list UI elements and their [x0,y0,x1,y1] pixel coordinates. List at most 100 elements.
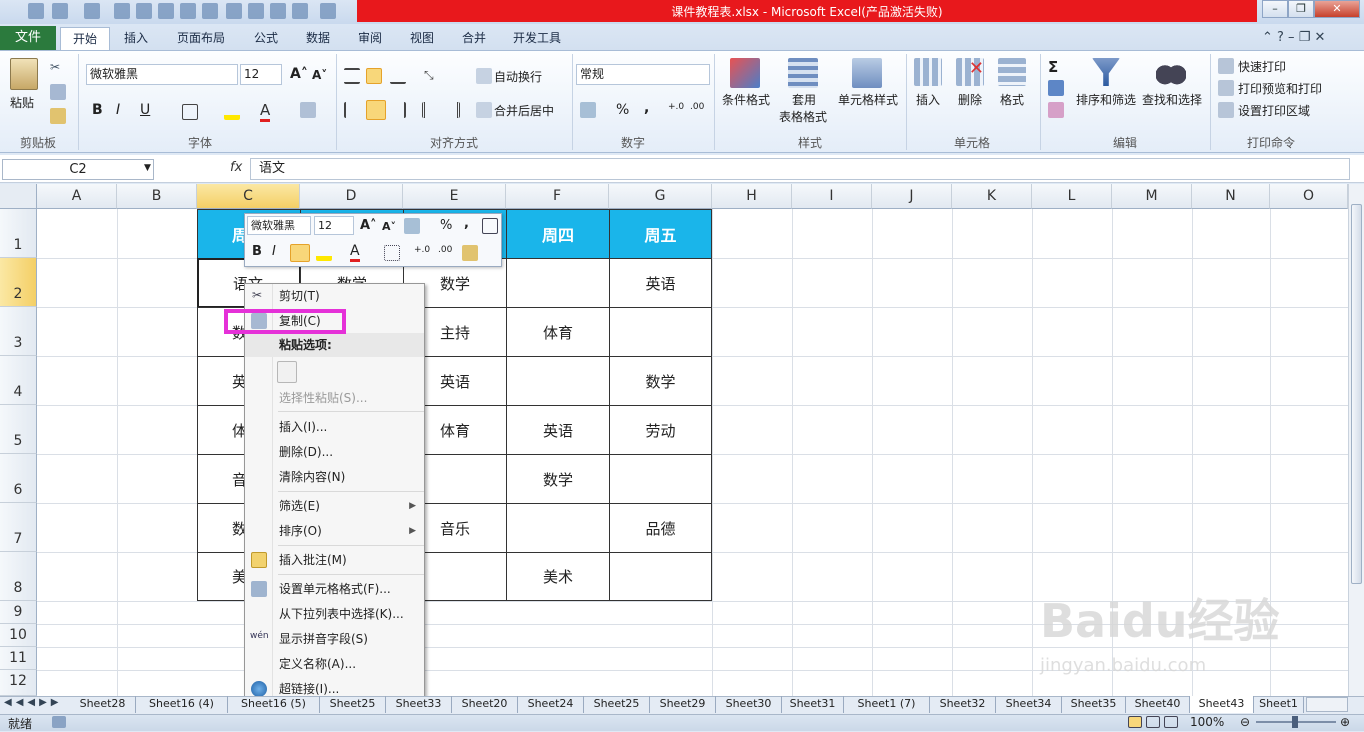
row-header[interactable]: 7 [0,503,37,552]
menu-item-define-name[interactable]: 定义名称(A)... [245,652,424,676]
mini-border-icon[interactable] [384,245,400,261]
cell-styles-button[interactable]: 单元格样式 [836,92,900,108]
sheet-tab[interactable]: Sheet16 (5) [228,696,320,713]
align-right-icon[interactable] [390,102,406,118]
find-select-icon[interactable] [1156,58,1186,86]
sheet-tab[interactable]: Sheet25 [320,696,386,713]
sheet-tab[interactable]: Sheet1 [1254,696,1304,713]
redo-icon[interactable] [84,3,100,19]
sheet-tab[interactable]: Sheet1 (7) [844,696,930,713]
sheet-tab[interactable]: Sheet35 [1062,696,1126,713]
row-header[interactable]: 11 [0,647,37,670]
row-header-selected[interactable]: 2 [0,258,37,307]
orientation-icon[interactable]: ⤡ [424,68,440,84]
menu-item-cut[interactable]: 剪切(T) [245,284,424,308]
qat-icon[interactable] [248,3,264,19]
tab-review[interactable]: 审阅 [348,27,392,50]
decrease-indent-icon[interactable] [422,102,438,118]
minimize-button[interactable]: – [1262,0,1288,18]
merge-center-button[interactable]: 合并后居中 [494,102,554,119]
table-cell[interactable]: 美术 [506,552,610,601]
italic-button[interactable]: I [116,102,120,118]
row-header[interactable]: 12 [0,670,37,696]
table-cell[interactable] [506,258,610,308]
paste-option-icon[interactable] [277,361,297,383]
mini-comma-button[interactable]: , [464,216,469,231]
col-header[interactable]: O [1270,184,1348,209]
grow-font-icon[interactable]: A˄ [290,66,308,82]
sort-filter-button[interactable]: 排序和筛选 [1074,92,1138,108]
col-header[interactable]: E [403,184,506,209]
mini-increase-decimal-icon[interactable]: +.0 [414,245,430,261]
fill-color-icon[interactable] [224,104,240,120]
tab-data[interactable]: 数据 [296,27,340,50]
horizontal-scrollbar[interactable] [1306,697,1348,712]
row-header[interactable]: 3 [0,307,37,356]
mini-percent-button[interactable]: % [440,218,452,233]
format-as-table-label[interactable]: 套用 [776,92,832,108]
help-icon[interactable]: ⌃ ? – ❐ ✕ [1262,30,1325,45]
zoom-out-icon[interactable]: ⊖ [1240,715,1250,729]
qat-icon[interactable] [158,3,174,19]
mini-italic-button[interactable]: I [272,244,276,259]
align-left-icon[interactable] [344,102,360,118]
row-header[interactable]: 4 [0,356,37,405]
col-header[interactable]: H [712,184,792,209]
sheet-tab[interactable]: Sheet28 [70,696,136,713]
sheet-tab[interactable]: Sheet33 [386,696,452,713]
qat-icon[interactable] [202,3,218,19]
sheet-tab[interactable]: Sheet30 [716,696,782,713]
print-area-button[interactable]: 设置打印区域 [1238,102,1310,119]
col-header[interactable]: J [872,184,952,209]
font-size-combo[interactable]: 12 [240,64,282,85]
mini-format-painter-icon[interactable] [462,245,478,261]
align-bottom-icon[interactable] [390,68,406,84]
menu-item-format-cells[interactable]: 设置单元格格式(F)... [245,577,424,601]
sheet-tab[interactable]: Sheet20 [452,696,518,713]
phonetic-icon[interactable] [300,102,316,118]
font-color-icon[interactable]: A [260,101,271,122]
table-cell[interactable]: 体育 [506,307,610,357]
paste-button[interactable]: 粘贴 [10,94,34,111]
tab-page-layout[interactable]: 页面布局 [166,27,236,50]
format-as-table-icon[interactable] [788,58,818,88]
mini-accounting-icon[interactable] [404,218,420,234]
col-header[interactable]: G [609,184,712,209]
row-header[interactable]: 1 [0,209,37,258]
mini-font-color-button[interactable]: A [350,243,360,262]
menu-item-insert-comment[interactable]: 插入批注(M) [245,548,424,572]
tab-formulas[interactable]: 公式 [244,27,288,50]
table-cell[interactable]: 品德 [609,503,712,553]
mini-align-center-icon[interactable] [290,244,310,262]
sheet-tab[interactable]: Sheet24 [518,696,584,713]
mini-bold-button[interactable]: B [252,244,262,259]
print-preview-button[interactable]: 打印预览和打印 [1238,80,1322,97]
quick-print-button[interactable]: 快速打印 [1238,58,1286,75]
name-box[interactable]: C2 [2,159,154,180]
col-header[interactable]: B [117,184,197,209]
close-button[interactable]: ✕ [1314,0,1360,18]
undo-icon[interactable] [52,3,68,19]
zoom-in-icon[interactable]: ⊕ [1340,715,1350,729]
tab-developer[interactable]: 开发工具 [504,27,570,50]
col-header[interactable]: L [1032,184,1112,209]
mini-fill-color-icon[interactable] [316,245,332,261]
qat-icon[interactable] [226,3,242,19]
fill-icon[interactable] [1048,80,1064,96]
sheet-tab[interactable]: Sheet16 (4) [136,696,228,713]
menu-item-insert[interactable]: 插入(I)... [245,415,424,439]
insert-function-button[interactable]: fx [230,160,242,175]
qat-icon[interactable] [180,3,196,19]
table-cell[interactable]: 劳动 [609,405,712,455]
page-break-view-icon[interactable] [1164,716,1178,728]
menu-item-sort[interactable]: 排序(O) ▶ [245,519,424,543]
merge-icon[interactable] [476,102,492,118]
format-cells-button[interactable]: 格式 [992,92,1032,108]
row-header[interactable]: 8 [0,552,37,601]
wrap-text-icon[interactable] [476,68,492,84]
decrease-decimal-icon[interactable]: .00 [690,102,706,118]
col-header[interactable]: F [506,184,609,209]
macro-record-icon[interactable] [52,716,66,728]
mini-decrease-decimal-icon[interactable]: .00 [438,245,454,261]
increase-indent-icon[interactable] [444,102,460,118]
